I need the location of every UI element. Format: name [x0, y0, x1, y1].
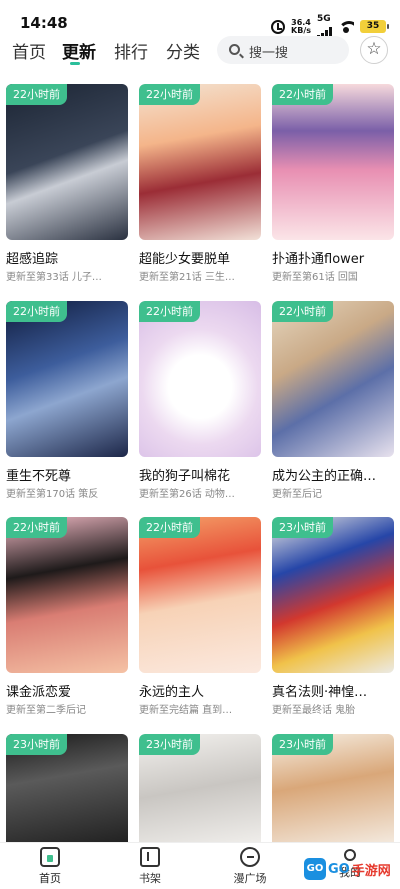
comic-latest-chapter: 更新至后记	[272, 489, 322, 500]
search-input[interactable]: 搜一搜	[217, 36, 349, 64]
tab-ranking[interactable]: 排行	[114, 38, 148, 63]
comic-title[interactable]: 重生不死尊	[6, 465, 132, 484]
star-icon: ☆	[366, 39, 382, 59]
update-time-badge: 22小时前	[139, 301, 200, 322]
bottom-nav-plaza[interactable]: 漫广场	[220, 847, 280, 886]
search-icon	[229, 44, 240, 55]
comic-cover[interactable]: 22小时前	[6, 517, 128, 673]
comic-cover[interactable]: 23小时前	[272, 734, 394, 842]
comic-cover[interactable]: 23小时前	[139, 734, 261, 842]
comic-title[interactable]: 超能少女要脱单	[139, 248, 265, 267]
vip-button[interactable]: ☆	[360, 36, 388, 64]
update-time-badge: 22小时前	[139, 517, 200, 538]
comic-latest-chapter: 更新至第33话 儿子…	[6, 272, 102, 283]
comic-latest-chapter: 更新至完结篇 直到…	[139, 705, 233, 716]
watermark-logo-icon: GO	[304, 858, 326, 880]
comic-cover[interactable]: 22小时前	[139, 517, 261, 673]
tab-home[interactable]: 首页	[12, 38, 46, 63]
comic-title[interactable]: 成为公主的正确…	[272, 465, 398, 484]
comic-latest-chapter: 更新至第21话 三生…	[139, 272, 235, 283]
bookshelf-icon	[140, 847, 160, 867]
bottom-nav-home[interactable]: 首页	[20, 847, 80, 886]
plaza-icon	[240, 847, 260, 867]
comic-cover[interactable]: 22小时前	[139, 301, 261, 457]
status-bar: 14:48 36.4 KB/s 5G 35	[0, 0, 400, 38]
comic-title[interactable]: 我的狗子叫棉花	[139, 465, 265, 484]
comic-cover[interactable]: 23小时前	[272, 517, 394, 673]
comic-latest-chapter: 更新至第二季后记	[6, 705, 86, 716]
status-time: 14:48	[20, 14, 68, 32]
comic-title[interactable]: 真名法则·神惶…	[272, 681, 398, 700]
comic-cover[interactable]: 23小时前	[6, 734, 128, 842]
comic-latest-chapter: 更新至第26话 动物…	[139, 489, 235, 500]
update-time-badge: 22小时前	[6, 301, 67, 322]
watermark-text: GO	[328, 861, 350, 877]
bottom-nav-label: 书架	[139, 872, 161, 885]
bottom-nav-bookshelf[interactable]: 书架	[120, 847, 180, 886]
comic-cover[interactable]: 22小时前	[6, 84, 128, 240]
update-time-badge: 22小时前	[272, 84, 333, 105]
search-placeholder: 搜一搜	[249, 46, 289, 61]
update-time-badge: 23小时前	[139, 734, 200, 755]
comic-title[interactable]: 扑通扑通flower	[272, 248, 398, 267]
home-icon	[40, 847, 60, 867]
comic-title[interactable]: 超感追踪	[6, 248, 132, 267]
watermark-text-red: 手游网	[351, 863, 391, 879]
comic-cover[interactable]: 22小时前	[6, 301, 128, 457]
comic-cover[interactable]: 22小时前	[272, 84, 394, 240]
comic-title[interactable]: 课金派恋爱	[6, 681, 132, 700]
update-time-badge: 22小时前	[6, 517, 67, 538]
tab-category[interactable]: 分类	[166, 38, 200, 63]
update-time-badge: 23小时前	[272, 517, 333, 538]
tab-update[interactable]: 更新	[62, 38, 96, 63]
update-time-badge: 23小时前	[6, 734, 67, 755]
top-nav: 首页 更新 排行 分类 搜一搜 ☆	[0, 32, 400, 68]
comic-cover[interactable]: 22小时前	[139, 84, 261, 240]
comic-latest-chapter: 更新至最终话 鬼胎	[272, 705, 356, 716]
update-time-badge: 23小时前	[272, 734, 333, 755]
bottom-nav-label: 首页	[39, 872, 61, 885]
comic-latest-chapter: 更新至第61话 回国	[272, 272, 358, 283]
update-time-badge: 22小时前	[6, 84, 67, 105]
comic-cover[interactable]: 22小时前	[272, 301, 394, 457]
active-tab-indicator	[70, 62, 80, 65]
wifi-icon	[338, 20, 354, 33]
comic-title[interactable]: 永远的主人	[139, 681, 265, 700]
site-watermark: GO GO 手游网	[304, 858, 391, 880]
bottom-nav-label: 漫广场	[233, 872, 267, 885]
update-time-badge: 22小时前	[139, 84, 200, 105]
comic-latest-chapter: 更新至第170话 策反	[6, 489, 99, 500]
update-time-badge: 22小时前	[272, 301, 333, 322]
